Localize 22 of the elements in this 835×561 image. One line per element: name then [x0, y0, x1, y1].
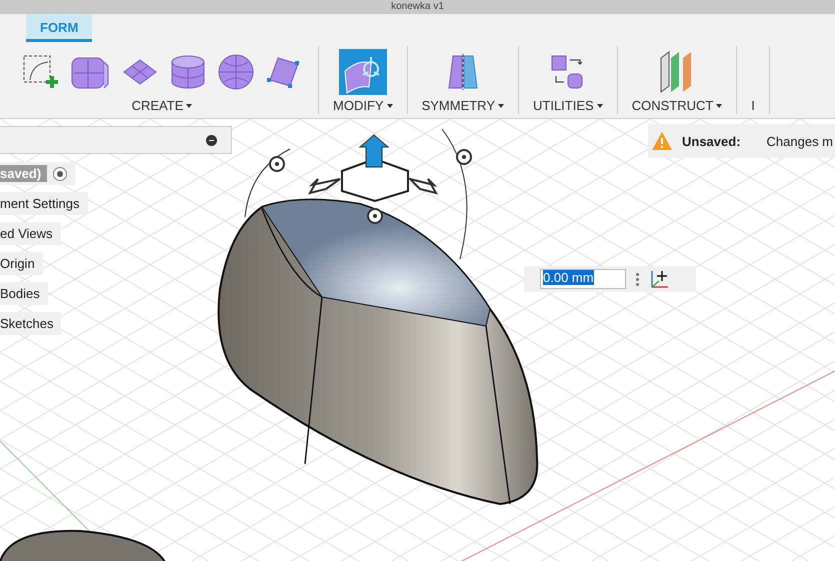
distance-input[interactable]: 0.00 mm	[540, 269, 626, 289]
browser-item[interactable]: Sketches	[0, 312, 62, 335]
toolbar-group-menu[interactable]: I	[751, 98, 755, 113]
notice-label: Unsaved:	[682, 134, 741, 148]
axes-move-icon[interactable]	[649, 269, 669, 289]
toolbar-group-menu[interactable]: CREATE	[132, 98, 192, 113]
browser-item[interactable]: ed Views	[0, 222, 61, 245]
radio-icon[interactable]	[53, 166, 68, 180]
more-icon[interactable]	[636, 272, 639, 286]
collapse-icon[interactable]	[206, 135, 217, 146]
document-tab-title[interactable]: konewka v1	[391, 1, 444, 13]
toolbar-group-menu[interactable]: SYMMETRY	[422, 98, 504, 113]
notice-message: Changes m	[766, 134, 834, 148]
toolbar-group-menu[interactable]: CONSTRUCT	[632, 98, 722, 113]
toolbar-group-menu[interactable]: MODIFY	[333, 98, 393, 113]
toolbar-group-menu[interactable]: UTILITIES	[533, 98, 603, 113]
browser-item[interactable]: Bodies	[0, 282, 48, 305]
sphere-icon[interactable]	[216, 52, 256, 92]
browser-item[interactable]: Origin	[0, 252, 43, 275]
edit-form-icon[interactable]	[338, 49, 387, 95]
browser-item[interactable]: ment Settings	[0, 192, 88, 215]
warning-icon	[652, 132, 672, 150]
